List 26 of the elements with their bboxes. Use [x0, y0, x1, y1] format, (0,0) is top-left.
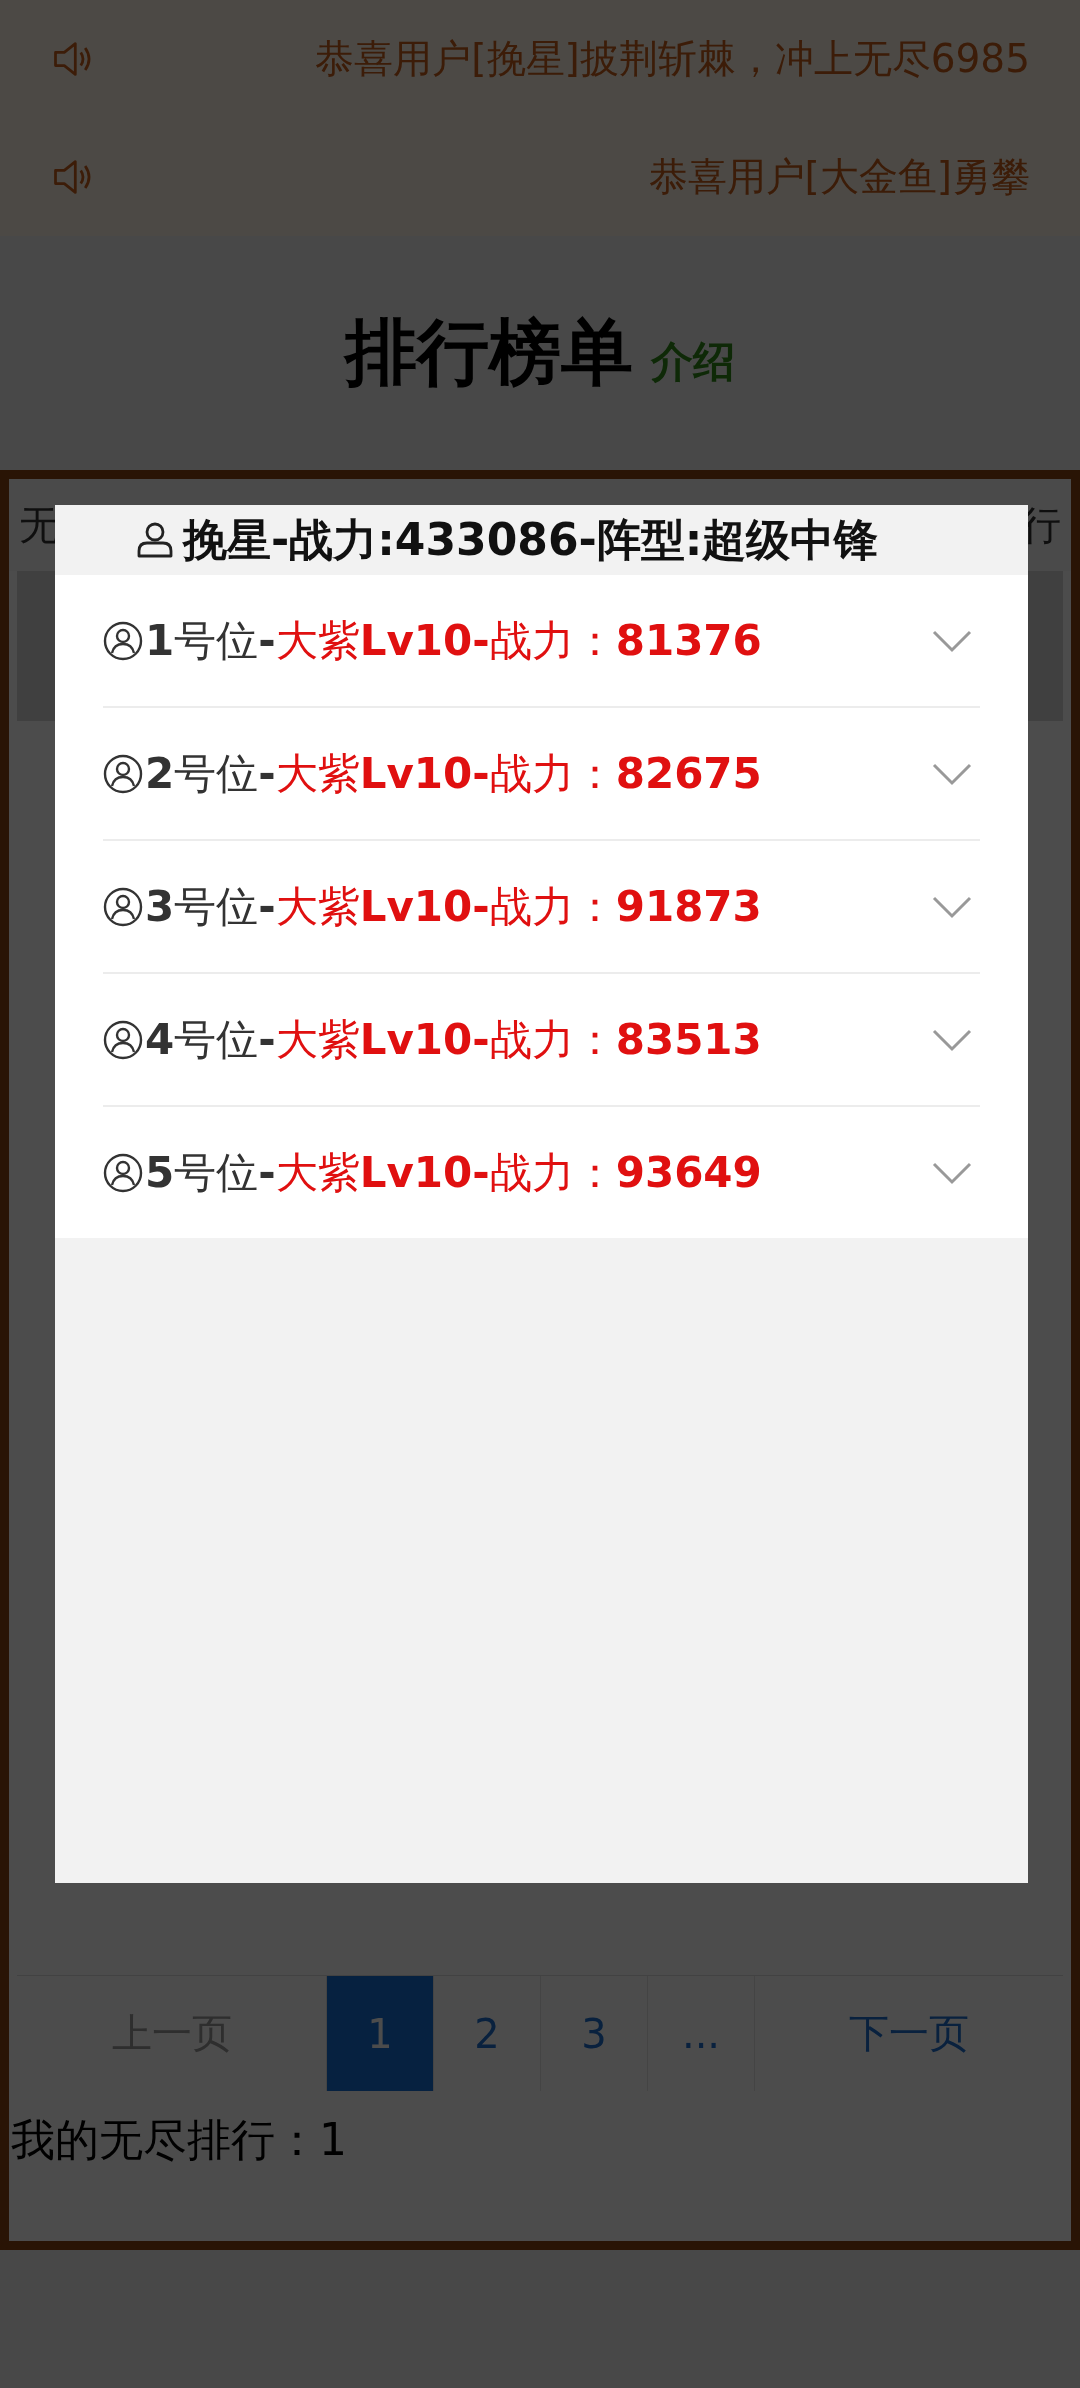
chevron-icon[interactable]: [932, 761, 972, 786]
chevron-icon[interactable]: [932, 1160, 972, 1185]
slot-label: 3号位-大紫Lv10-战力：91873: [145, 880, 762, 933]
slot-row[interactable]: 5号位-大紫Lv10-战力：93649: [103, 1107, 980, 1238]
notice-text: 恭喜用户[大金鱼]勇攀: [648, 153, 1030, 201]
slot-label: 4号位-大紫Lv10-战力：83513: [145, 1013, 762, 1066]
slot-label: 2号位-大紫Lv10-战力：82675: [145, 747, 762, 800]
user-icon: [135, 520, 175, 560]
user-circle-icon: [103, 620, 143, 661]
slot-label: 1号位-大紫Lv10-战力：81376: [145, 614, 762, 667]
page-title: 排行榜单: [345, 309, 633, 396]
slot-row[interactable]: 3号位-大紫Lv10-战力：91873: [103, 841, 980, 974]
notice-text: 恭喜用户[挽星]披荆斩棘，冲上无尽6985: [315, 35, 1030, 83]
slot-row[interactable]: 4号位-大紫Lv10-战力：83513: [103, 974, 980, 1107]
dialog-title: 挽星-战力:433086-阵型:超级中锋: [183, 512, 879, 567]
my-rank-text: 我的无尽排行：1: [10, 2113, 348, 2167]
slot-row[interactable]: 2号位-大紫Lv10-战力：82675: [103, 708, 980, 841]
slot-label: 5号位-大紫Lv10-战力：93649: [145, 1146, 762, 1199]
user-circle-icon: [103, 1019, 143, 1060]
chevron-icon[interactable]: [932, 894, 972, 919]
chevron-icon[interactable]: [932, 628, 972, 653]
user-circle-icon: [103, 886, 143, 927]
user-circle-icon: [103, 1152, 143, 1193]
user-circle-icon: [103, 753, 143, 794]
chevron-icon[interactable]: [932, 1027, 972, 1052]
slot-row[interactable]: 1号位-大紫Lv10-战力：81376: [103, 575, 980, 708]
